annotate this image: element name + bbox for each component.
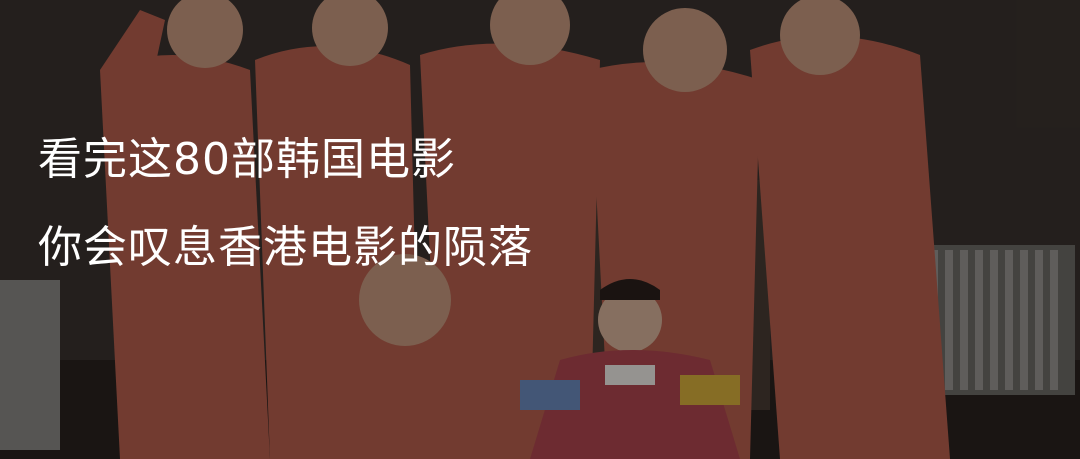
headline-line-2: 你会叹息香港电影的陨落 (38, 222, 533, 273)
headline-line-1: 看完这80部韩国电影 (38, 134, 456, 185)
movie-banner: 看完这80部韩国电影 你会叹息香港电影的陨落 (0, 0, 1080, 459)
